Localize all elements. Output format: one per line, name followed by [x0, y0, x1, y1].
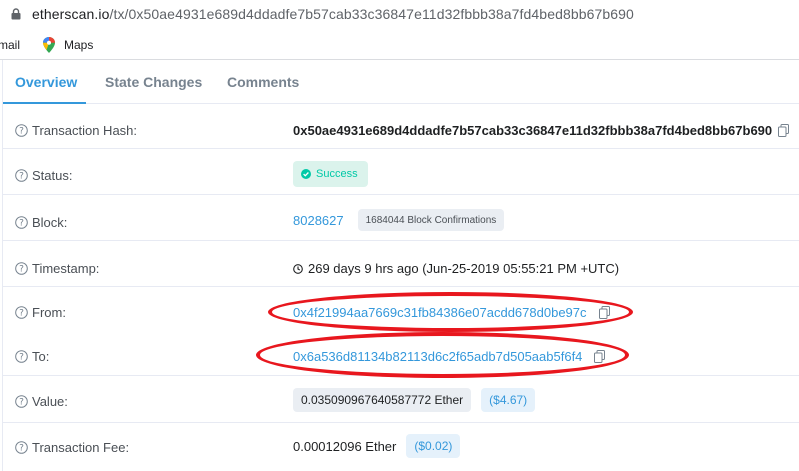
row-transaction-fee: ? Transaction Fee: 0.00012096 Ether ($0.… — [3, 423, 799, 471]
value-amount: 0.035090967640587772 Ether ($4.67) — [293, 388, 536, 412]
block-value: 8028627 1684044 Block Confirmations — [293, 209, 505, 231]
check-circle-icon — [301, 169, 311, 179]
svg-text:?: ? — [19, 172, 24, 182]
label-transaction-hash: ? Transaction Hash: — [15, 123, 137, 138]
timestamp-value: 269 days 9 hrs ago (Jun-25-2019 05:55:21… — [293, 261, 619, 276]
label-value: ? Value: — [15, 394, 68, 409]
tab-comments[interactable]: Comments — [227, 74, 299, 90]
row-value: ? Value: 0.035090967640587772 Ether ($4.… — [3, 376, 799, 423]
url-host: etherscan.io — [32, 6, 110, 22]
label-timestamp: ? Timestamp: — [15, 261, 99, 276]
maps-icon — [43, 37, 55, 53]
status-value: Success — [293, 161, 368, 187]
row-status: ? Status: Success — [3, 149, 799, 195]
from-address-link[interactable]: 0x4f21994aa7669c31fb84386e07acdd678d0be9… — [293, 305, 587, 320]
question-icon[interactable]: ? — [15, 216, 28, 229]
url-text: etherscan.io/tx/0x50ae4931e689d4ddadfe7b… — [32, 6, 634, 22]
copy-icon[interactable] — [778, 124, 790, 137]
svg-text:?: ? — [19, 127, 24, 137]
copy-icon[interactable] — [594, 350, 606, 363]
tab-bar: Overview State Changes Comments — [3, 60, 799, 104]
block-confirmations-badge: 1684044 Block Confirmations — [357, 209, 505, 231]
address-bar[interactable]: etherscan.io/tx/0x50ae4931e689d4ddadfe7b… — [0, 0, 799, 30]
svg-text:?: ? — [19, 219, 24, 229]
label-to: ? To: — [15, 349, 49, 364]
label-from: ? From: — [15, 305, 66, 320]
question-icon[interactable]: ? — [15, 124, 28, 137]
to-address-link[interactable]: 0x6a536d81134b82113d6c2f65adb7d505aab5f6… — [293, 349, 582, 364]
label-transaction-fee: ? Transaction Fee: — [15, 440, 129, 455]
question-icon[interactable]: ? — [15, 169, 28, 182]
fee-usd-badge: ($0.02) — [406, 434, 461, 458]
timestamp-text: 269 days 9 hrs ago (Jun-25-2019 05:55:21… — [308, 261, 620, 276]
question-icon[interactable]: ? — [15, 395, 28, 408]
transaction-hash-value: 0x50ae4931e689d4ddadfe7b57cab33c36847e11… — [293, 123, 790, 138]
tab-state-changes[interactable]: State Changes — [105, 74, 202, 90]
from-value: 0x4f21994aa7669c31fb84386e07acdd678d0be9… — [293, 305, 610, 320]
svg-text:?: ? — [19, 398, 24, 408]
row-from: ? From: 0x4f21994aa7669c31fb84386e07acdd… — [3, 287, 799, 331]
usd-value-badge: ($4.67) — [481, 388, 536, 412]
tab-overview[interactable]: Overview — [15, 74, 77, 90]
svg-text:?: ? — [19, 309, 24, 319]
ether-value-badge: 0.035090967640587772 Ether — [293, 388, 472, 412]
status-badge: Success — [293, 161, 368, 187]
question-icon[interactable]: ? — [15, 306, 28, 319]
question-icon[interactable]: ? — [15, 350, 28, 363]
bookmark-gmail[interactable]: mail — [0, 38, 20, 52]
label-block: ? Block: — [15, 215, 67, 230]
svg-text:?: ? — [19, 444, 24, 454]
to-value: 0x6a536d81134b82113d6c2f65adb7d505aab5f6… — [293, 349, 606, 364]
bookmarks-bar: mail Maps — [0, 30, 799, 60]
fee-ether-text: 0.00012096 Ether — [293, 438, 397, 454]
row-transaction-hash: ? Transaction Hash: 0x50ae4931e689d4ddad… — [3, 104, 799, 149]
question-icon[interactable]: ? — [15, 262, 28, 275]
row-timestamp: ? Timestamp: 269 days 9 hrs ago (Jun-25-… — [3, 241, 799, 287]
fee-value: 0.00012096 Ether ($0.02) — [293, 434, 461, 458]
transaction-card: Overview State Changes Comments ? Transa… — [2, 60, 799, 471]
svg-text:?: ? — [19, 265, 24, 275]
question-icon[interactable]: ? — [15, 441, 28, 454]
url-path: /tx/0x50ae4931e689d4ddadfe7b57cab33c3684… — [109, 6, 634, 22]
bookmark-maps[interactable]: Maps — [42, 37, 93, 53]
copy-icon[interactable] — [598, 306, 610, 319]
block-number-link[interactable]: 8028627 — [293, 213, 344, 228]
clock-icon — [293, 263, 303, 274]
transaction-hash-text: 0x50ae4931e689d4ddadfe7b57cab33c36847e11… — [293, 123, 773, 138]
row-to: ? To: 0x6a536d81134b82113d6c2f65adb7d505… — [3, 331, 799, 376]
label-status: ? Status: — [15, 168, 72, 183]
lock-icon — [11, 8, 21, 20]
bookmark-maps-label: Maps — [64, 38, 94, 52]
svg-text:?: ? — [19, 353, 24, 363]
row-block: ? Block: 8028627 1684044 Block Confirmat… — [3, 195, 799, 241]
